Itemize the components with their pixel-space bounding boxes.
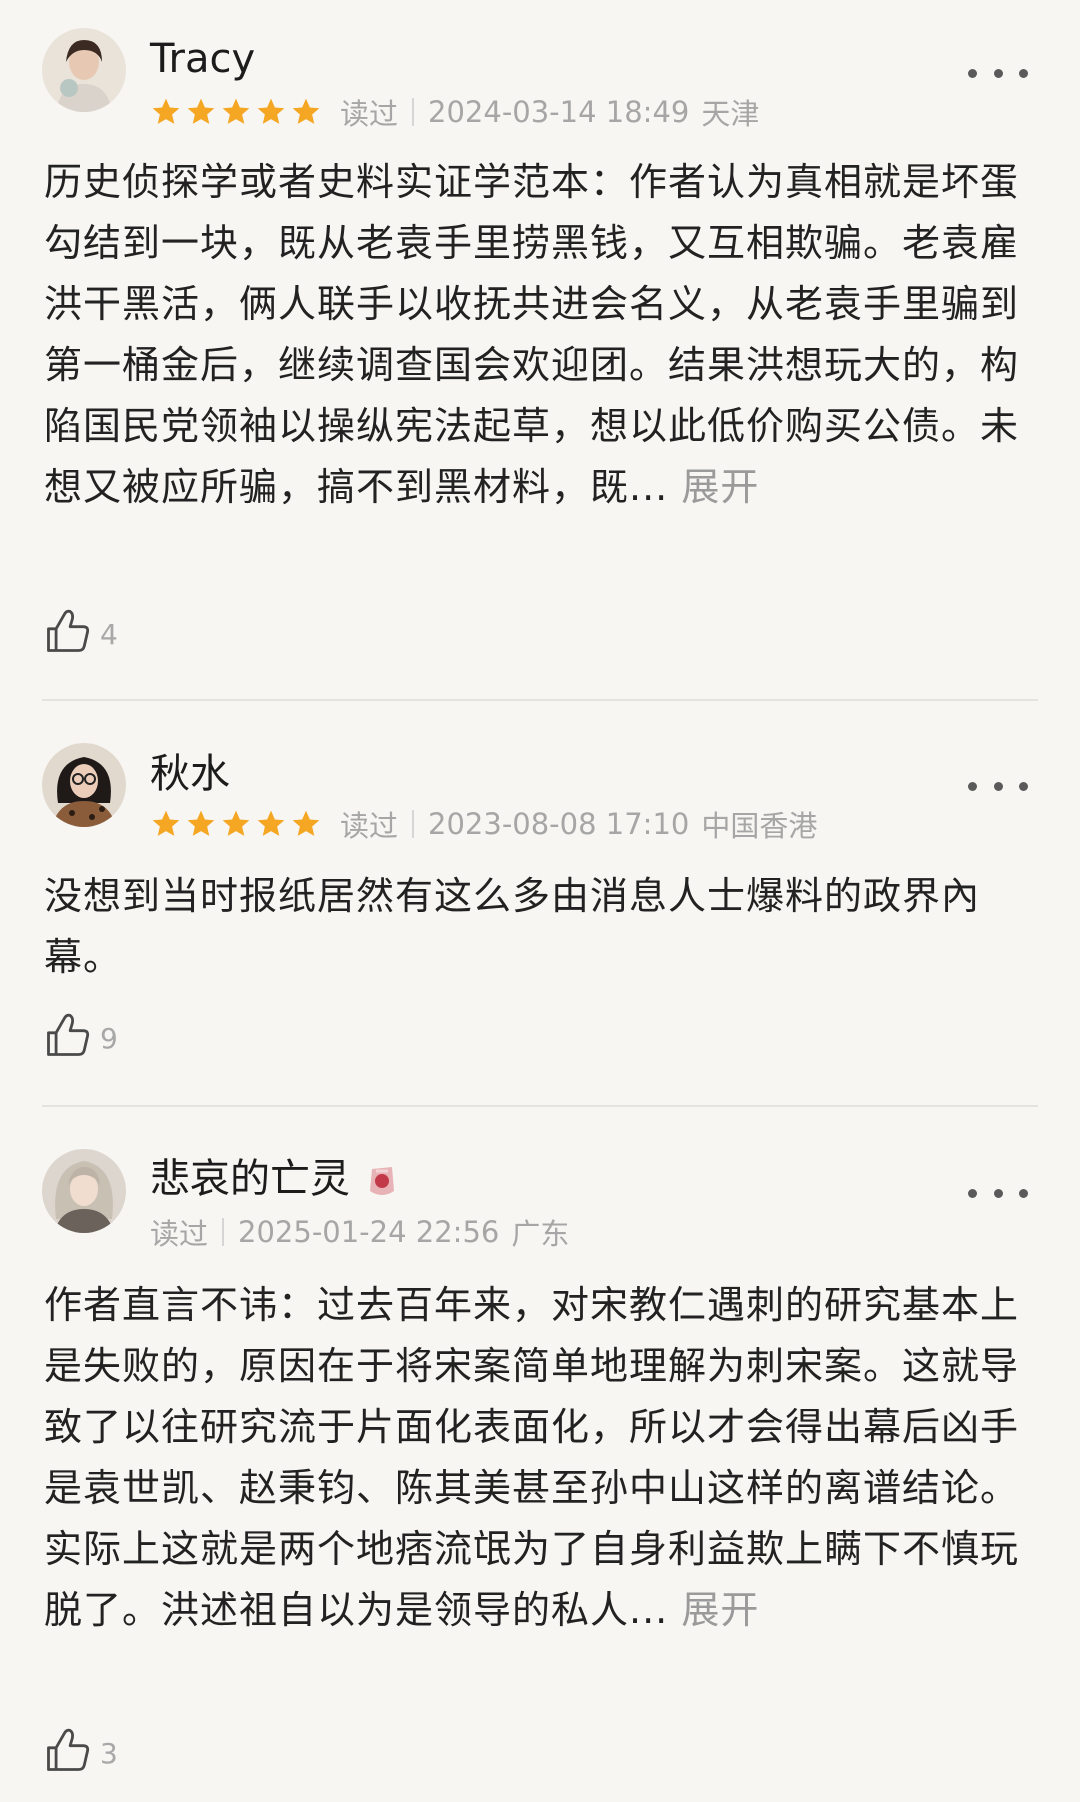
review-datetime: 2023-08-08 17:10 <box>428 807 690 841</box>
like-button[interactable]: 4 <box>42 603 118 659</box>
review-content: 没想到当时报纸居然有这么多由消息人士爆料的政界內幕。 <box>44 866 1024 988</box>
star-icon <box>152 810 180 836</box>
more-dots-icon[interactable] <box>968 1178 1028 1208</box>
review-content: 作者直言不讳：过去百年来，对宋教仁遇刺的研究基本上是失败的，原因在于将宋案简单地… <box>44 1275 1024 1641</box>
read-status: 读过 <box>340 97 399 131</box>
like-count: 9 <box>100 1021 118 1055</box>
review-meta: 读过 2023-08-08 17:10 中国香港 <box>150 806 818 843</box>
meta-separator <box>412 810 415 838</box>
star-icon <box>292 98 320 124</box>
rating-stars <box>150 808 322 840</box>
review-meta: 读过 2025-01-24 22:56 广东 <box>150 1214 570 1251</box>
star-icon <box>152 98 180 124</box>
review-datetime: 2025-01-24 22:56 <box>238 1215 500 1249</box>
like-button[interactable]: 9 <box>42 1007 118 1063</box>
divider <box>42 699 1038 701</box>
review-location: 天津 <box>701 97 760 131</box>
avatar[interactable] <box>42 1149 126 1233</box>
star-icon <box>187 98 215 124</box>
review-text: 作者直言不讳：过去百年来，对宋教仁遇刺的研究基本上是失败的，原因在于将宋案简单地… <box>44 1283 1020 1632</box>
star-icon <box>292 810 320 836</box>
expand-link[interactable]: 展开 <box>681 465 759 509</box>
more-dots-icon[interactable] <box>968 771 1028 801</box>
meta-separator <box>412 98 415 126</box>
star-icon <box>257 810 285 836</box>
review-location: 广东 <box>511 1217 570 1251</box>
reviewer-name-text: 悲哀的亡灵 <box>150 1156 350 1202</box>
reviewer-name[interactable]: 悲哀的亡灵 <box>150 1154 400 1204</box>
review-datetime: 2024-03-14 18:49 <box>428 95 690 129</box>
like-count: 4 <box>100 617 118 651</box>
read-status: 读过 <box>340 809 399 843</box>
reviewer-name[interactable]: Tracy <box>150 34 255 84</box>
thumbs-up-icon <box>47 1013 90 1056</box>
star-icon <box>222 98 250 124</box>
review-location: 中国香港 <box>701 809 818 843</box>
thumbs-up-icon <box>47 609 90 652</box>
review-text: 没想到当时报纸居然有这么多由消息人士爆料的政界內幕。 <box>44 874 981 979</box>
star-icon <box>257 98 285 124</box>
review-content: 历史侦探学或者史料实证学范本：作者认为真相就是坏蛋勾结到一块，既从老袁手里捞黑钱… <box>44 152 1024 518</box>
review-text: 历史侦探学或者史料实证学范本：作者认为真相就是坏蛋勾结到一块，既从老袁手里捞黑钱… <box>44 160 1020 509</box>
more-dots-icon[interactable] <box>968 58 1028 88</box>
reviewer-name[interactable]: 秋水 <box>150 749 230 799</box>
avatar[interactable] <box>42 28 126 112</box>
like-button[interactable]: 3 <box>42 1722 118 1778</box>
star-icon <box>222 810 250 836</box>
read-status: 读过 <box>150 1217 209 1251</box>
like-count: 3 <box>100 1736 118 1770</box>
review-list: Tracy 读过 2024-03-14 18:49 天津 历史侦探学或者史料实证… <box>0 0 1080 1802</box>
expand-link[interactable]: 展开 <box>681 1588 759 1632</box>
divider <box>42 1105 1038 1107</box>
rating-stars <box>150 96 322 128</box>
thumbs-up-icon <box>47 1728 90 1771</box>
star-icon <box>187 810 215 836</box>
meta-separator <box>222 1218 225 1246</box>
avatar[interactable] <box>42 743 126 827</box>
review-meta: 读过 2024-03-14 18:49 天津 <box>150 94 760 131</box>
user-badge-icon <box>370 1167 394 1195</box>
